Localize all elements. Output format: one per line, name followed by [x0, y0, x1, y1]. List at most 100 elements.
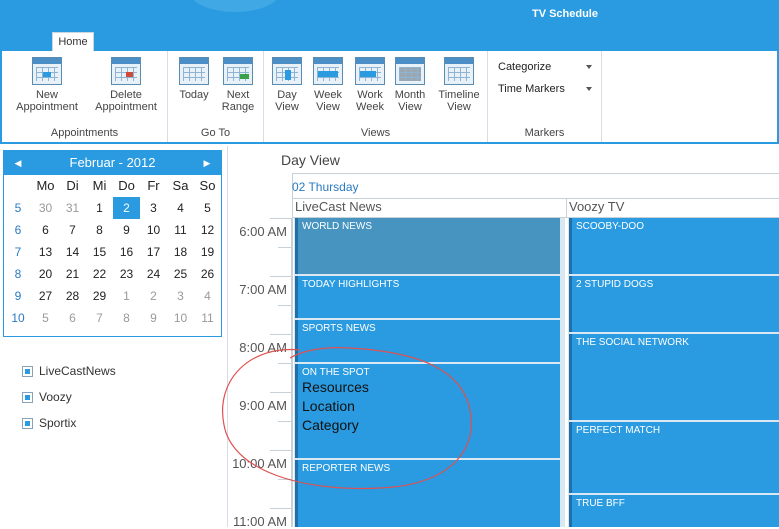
calendar-day[interactable]: 15 [86, 241, 113, 263]
calendar-day[interactable]: 7 [59, 219, 86, 241]
tab-home[interactable]: Home [52, 32, 94, 52]
week-number[interactable]: 5 [4, 197, 32, 219]
calendar-day[interactable]: 6 [32, 219, 59, 241]
calendar-day[interactable]: 4 [194, 285, 221, 307]
week-number[interactable]: 7 [4, 241, 32, 263]
calendar-day[interactable]: 10 [140, 219, 167, 241]
appointment-reporter-news[interactable]: REPORTER NEWS [295, 460, 560, 527]
calendar-day[interactable]: 11 [167, 219, 194, 241]
calendar-day[interactable]: 19 [194, 241, 221, 263]
calendar-day[interactable]: 11 [194, 307, 221, 329]
delete-appointment-label: Delete Appointment [95, 89, 157, 113]
timeline-view-button[interactable]: Timeline View [434, 57, 484, 113]
calendar-day[interactable]: 9 [140, 307, 167, 329]
appointment-2-stupid-dogs[interactable]: 2 STUPID DOGS [569, 276, 779, 332]
appointment-world-news[interactable]: WORLD NEWS [295, 218, 560, 274]
group-appointments: New Appointment Delete Appointment Appoi… [2, 51, 168, 142]
appointment-true-bff[interactable]: TRUE BFF [569, 495, 779, 527]
calendar-day[interactable]: 6 [59, 307, 86, 329]
hour-line [270, 334, 291, 335]
calendar-day[interactable]: 24 [140, 263, 167, 285]
appointment-sports-news[interactable]: SPORTS NEWS [295, 320, 560, 362]
calendar-day[interactable]: 26 [194, 263, 221, 285]
calendar-day[interactable]: 16 [113, 241, 140, 263]
calendar-day[interactable]: 5 [194, 197, 221, 219]
ribbon: New Appointment Delete Appointment Appoi… [0, 51, 779, 144]
resource-item-sportix[interactable]: Sportix [22, 410, 116, 436]
calendar-day[interactable]: 14 [59, 241, 86, 263]
calendar-day[interactable]: 3 [167, 285, 194, 307]
calendar-day[interactable]: 12 [194, 219, 221, 241]
week-number[interactable]: 9 [4, 285, 32, 307]
time-label: 10:00 AM [232, 456, 287, 471]
calendar-week-row: 7 13 14 15 16 17 18 19 [4, 241, 221, 263]
calendar-day[interactable]: 20 [32, 263, 59, 285]
date-header[interactable]: 02 Thursday [292, 180, 359, 194]
calendar-day[interactable]: 3 [140, 197, 167, 219]
calendar-week-row: 10 5 6 7 8 9 10 11 [4, 307, 221, 329]
month-view-button[interactable]: Month View [390, 57, 430, 113]
appointment-title: TODAY HIGHLIGHTS [302, 279, 400, 290]
prev-month-icon[interactable]: ◀ [8, 151, 28, 175]
resource-label: Sportix [39, 416, 77, 430]
categorize-dropdown[interactable]: Categorize [498, 61, 592, 75]
appointment-on-the-spot[interactable]: ON THE SPOT Resources Location Category [295, 364, 560, 458]
calendar-day[interactable]: 31 [59, 197, 86, 219]
week-number-header [4, 175, 32, 197]
appointment-today-highlights[interactable]: TODAY HIGHLIGHTS [295, 276, 560, 318]
calendar-day[interactable]: 27 [32, 285, 59, 307]
calendar-day[interactable]: 2 [113, 197, 140, 219]
checkbox[interactable] [22, 365, 33, 377]
appointment-title: SCOOBY-DOO [576, 221, 644, 232]
appointment-scooby-doo[interactable]: SCOOBY-DOO [569, 218, 779, 274]
appointment-the-social-network[interactable]: THE SOCIAL NETWORK [569, 334, 779, 420]
resource-item-voozy[interactable]: Voozy [22, 384, 116, 410]
appointment-perfect-match[interactable]: PERFECT MATCH [569, 422, 779, 493]
calendar-day[interactable]: 5 [32, 307, 59, 329]
work-week-button[interactable]: Work Week [350, 57, 390, 113]
checkbox[interactable] [22, 417, 33, 429]
hour-line [270, 392, 291, 393]
week-number[interactable]: 6 [4, 219, 32, 241]
next-range-button[interactable]: Next Range [218, 57, 258, 113]
calendar-day[interactable]: 28 [59, 285, 86, 307]
calendar-day[interactable]: 13 [32, 241, 59, 263]
calendar-day[interactable]: 7 [86, 307, 113, 329]
calendar-day[interactable]: 29 [86, 285, 113, 307]
calendar-day[interactable]: 23 [113, 263, 140, 285]
calendar-day[interactable]: 1 [113, 285, 140, 307]
appointment-title: REPORTER NEWS [302, 463, 391, 474]
calendar-today-icon [179, 57, 209, 85]
today-button[interactable]: Today [174, 57, 214, 101]
calendar-day[interactable]: 1 [86, 197, 113, 219]
time-markers-dropdown[interactable]: Time Markers [498, 83, 592, 97]
scheduler-view: Day View 02 Thursday LiveCast News Voozy… [228, 146, 779, 529]
calendar-day[interactable]: 21 [59, 263, 86, 285]
week-number[interactable]: 10 [4, 307, 32, 329]
new-appointment-label: New Appointment [16, 89, 78, 113]
resource-item-livecastnews[interactable]: LiveCastNews [22, 358, 116, 384]
calendar-day[interactable]: 17 [140, 241, 167, 263]
calendar-day[interactable]: 18 [167, 241, 194, 263]
day-view-button[interactable]: Day View [268, 57, 306, 113]
delete-appointment-button[interactable]: Delete Appointment [90, 57, 162, 113]
appointment-title: 2 STUPID DOGS [576, 279, 654, 290]
calendar-day[interactable]: 25 [167, 263, 194, 285]
checkbox[interactable] [22, 391, 33, 403]
new-appointment-button[interactable]: New Appointment [12, 57, 82, 113]
week-view-label: Week View [314, 89, 342, 113]
calendar-new-icon [32, 57, 62, 85]
calendar-day[interactable]: 8 [86, 219, 113, 241]
month-view-label: Month View [394, 89, 426, 113]
week-number[interactable]: 8 [4, 263, 32, 285]
calendar-day[interactable]: 9 [113, 219, 140, 241]
calendar-day[interactable]: 4 [167, 197, 194, 219]
calendar-day[interactable]: 2 [140, 285, 167, 307]
week-view-button[interactable]: Week View [308, 57, 348, 113]
calendar-day[interactable]: 8 [113, 307, 140, 329]
next-month-icon[interactable]: ▶ [197, 151, 217, 175]
calendar-day[interactable]: 22 [86, 263, 113, 285]
calendar-day[interactable]: 10 [167, 307, 194, 329]
calendar-day[interactable]: 30 [32, 197, 59, 219]
hour-line [270, 276, 291, 277]
